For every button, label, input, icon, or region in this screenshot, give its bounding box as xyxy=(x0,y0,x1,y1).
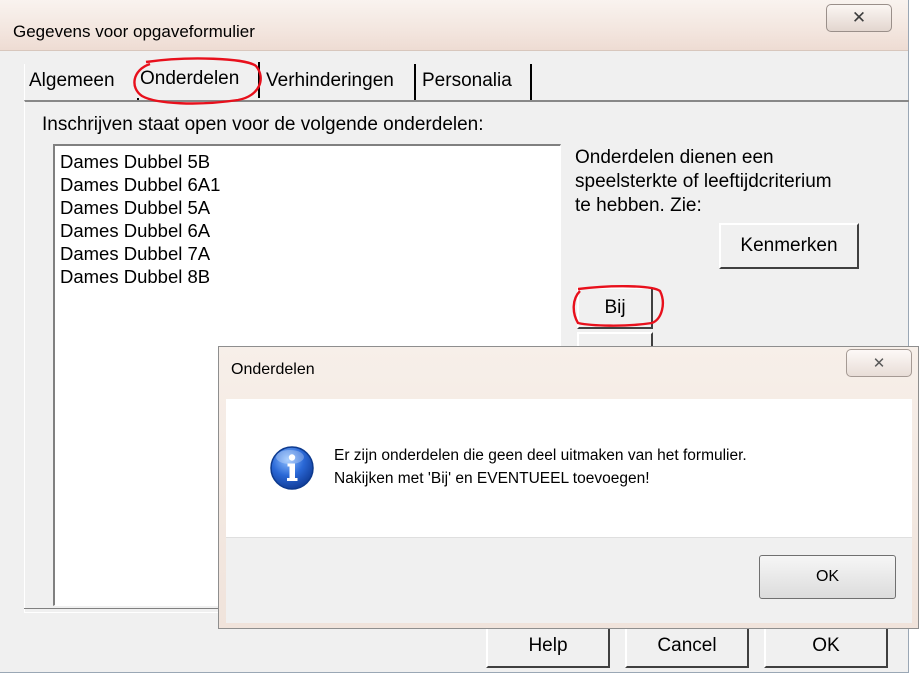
list-item[interactable]: Dames Dubbel 6A1 xyxy=(55,173,560,196)
tab-label: Verhinderingen xyxy=(266,70,394,91)
message-dialog: Onderdelen ✕ Er zijn onderdelen die geen… xyxy=(218,346,919,629)
onderdelen-intro-label: Inschrijven staat open voor de volgende … xyxy=(42,114,484,135)
tab-verhinderingen[interactable]: Verhinderingen xyxy=(262,64,416,100)
message-line: Nakijken met 'Bij' en EVENTUEEL toevoege… xyxy=(334,470,650,487)
tab-personalia[interactable]: Personalia xyxy=(418,64,532,100)
close-button[interactable]: ✕ xyxy=(826,4,892,32)
tab-label: Algemeen xyxy=(29,70,115,91)
message-line: Er zijn onderdelen die geen deel uitmake… xyxy=(334,447,747,464)
list-item[interactable]: Dames Dubbel 5A xyxy=(55,196,560,219)
list-item[interactable]: Dames Dubbel 8B xyxy=(55,265,560,288)
message-close-button[interactable]: ✕ xyxy=(846,349,912,377)
ok-button[interactable]: OK xyxy=(764,624,888,668)
list-item[interactable]: Dames Dubbel 5B xyxy=(55,150,560,173)
close-icon: ✕ xyxy=(851,8,867,28)
kenmerken-button[interactable]: Kenmerken xyxy=(719,223,859,269)
tab-label: Onderdelen xyxy=(140,68,240,89)
bij-button[interactable]: Bij xyxy=(577,287,653,329)
dialog-title: Gegevens voor opgaveformulier xyxy=(13,22,255,41)
close-icon: ✕ xyxy=(872,354,886,372)
list-item[interactable]: Dames Dubbel 6A xyxy=(55,219,560,242)
message-text: Er zijn onderdelen die geen deel uitmake… xyxy=(334,444,747,490)
tab-onderdelen[interactable]: Onderdelen xyxy=(136,62,260,98)
message-ok-button[interactable]: OK xyxy=(759,555,896,599)
info-line: Onderdelen dienen een xyxy=(575,147,774,168)
list-item[interactable]: Dames Dubbel 7A xyxy=(55,242,560,265)
onderdelen-info-text: Onderdelen dienen een speelsterkte of le… xyxy=(575,146,875,218)
message-dialog-title: Onderdelen xyxy=(231,361,315,378)
cancel-button[interactable]: Cancel xyxy=(625,624,749,668)
message-footer: OK xyxy=(226,537,912,623)
tab-label: Personalia xyxy=(422,70,512,91)
message-body: Er zijn onderdelen die geen deel uitmake… xyxy=(226,399,912,537)
info-line: speelsterkte of leeftijdcriterium xyxy=(575,171,832,192)
help-button[interactable]: Help xyxy=(486,624,610,668)
info-icon xyxy=(270,446,314,490)
tab-algemeen[interactable]: Algemeen xyxy=(24,64,139,100)
dialog-title-bar[interactable]: Gegevens voor opgaveformulier ✕ xyxy=(0,0,908,51)
info-line: te hebben. Zie: xyxy=(575,195,702,216)
